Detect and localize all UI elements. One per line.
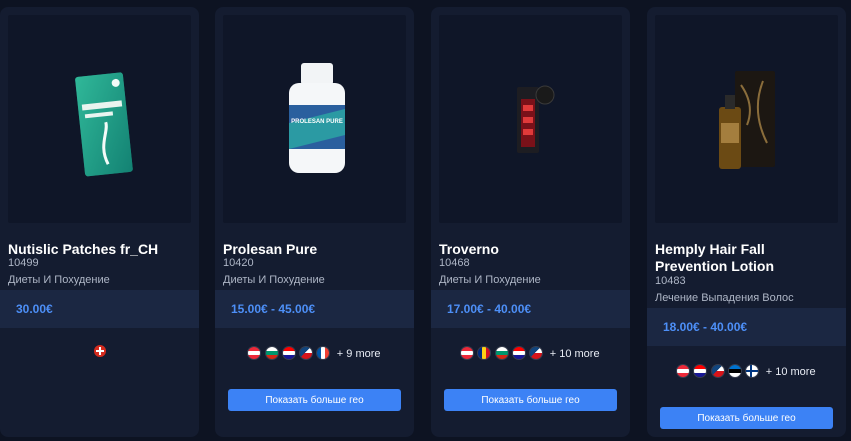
show-more-geo-button[interactable]: Показать больше гео [228,389,401,411]
product-title[interactable]: Hemply Hair Fall Prevention Lotion [655,241,833,275]
bg-flag-icon [495,347,508,359]
fi-flag-icon [745,365,758,377]
product-category: Диеты И Похудение [439,274,541,286]
cz-flag-icon [529,347,542,359]
product-image[interactable] [439,15,622,223]
product-card[interactable]: Nutislic Patches fr_CH 10499 Диеты И Пох… [0,7,199,437]
fr-flag-icon [316,347,329,359]
at-flag-icon [677,365,690,377]
at-flag-icon [248,347,261,359]
product-title[interactable]: Prolesan Pure [223,241,401,258]
more-geos: + 9 more [336,348,381,360]
geo-flags: + 10 more [647,365,846,378]
hr-flag-icon [694,365,707,377]
price-band: 18.00€ - 40.00€ [647,308,846,346]
product-category: Лечение Выпадения Волос [655,292,794,304]
product-price: 17.00€ - 40.00€ [447,302,532,316]
price-band: 30.00€ [0,290,199,328]
cz-flag-icon [299,347,312,359]
bg-flag-icon [265,347,278,359]
pill-pack-image [517,85,555,153]
more-geos: + 10 more [765,366,816,378]
price-band: 17.00€ - 40.00€ [431,290,630,328]
cz-flag-icon [711,365,724,377]
patch-pack-image [75,72,133,177]
product-price: 15.00€ - 45.00€ [231,302,316,316]
hr-flag-icon [512,347,525,359]
product-image[interactable]: PROLESAN PURE [223,15,406,223]
ee-flag-icon [728,365,741,377]
product-id: 10468 [439,257,470,269]
product-title[interactable]: Nutislic Patches fr_CH [8,241,186,258]
geo-flags: + 10 more [431,347,630,360]
product-title[interactable]: Troverno [439,241,617,258]
product-image[interactable] [655,15,838,223]
product-category: Диеты И Похудение [8,274,110,286]
show-more-geo-button[interactable]: Показать больше гео [444,389,617,411]
geo-flags: + 9 more [215,347,414,360]
product-card[interactable]: PROLESAN PURE Prolesan Pure 10420 Диеты … [215,7,414,437]
product-id: 10499 [8,257,39,269]
product-card[interactable]: Hemply Hair Fall Prevention Lotion 10483… [647,7,846,437]
show-more-geo-button[interactable]: Показать больше гео [660,407,833,429]
at-flag-icon [461,347,474,359]
more-geos: + 10 more [549,348,600,360]
lotion-box-image [719,71,775,169]
hr-flag-icon [282,347,295,359]
geo-flags [0,345,199,358]
product-image[interactable] [8,15,191,223]
supplement-bottle-image: PROLESAN PURE [289,63,345,173]
ch-flag-icon [93,345,106,357]
product-id: 10420 [223,257,254,269]
product-card[interactable]: Troverno 10468 Диеты И Похудение 17.00€ … [431,7,630,437]
price-band: 15.00€ - 45.00€ [215,290,414,328]
ro-flag-icon [478,347,491,359]
product-grid: Nutislic Patches fr_CH 10499 Диеты И Пох… [0,0,851,441]
product-category: Диеты И Похудение [223,274,325,286]
svg-text:PROLESAN PURE: PROLESAN PURE [291,119,343,125]
product-price: 18.00€ - 40.00€ [663,320,748,334]
product-id: 10483 [655,275,686,287]
product-price: 30.00€ [16,302,53,316]
